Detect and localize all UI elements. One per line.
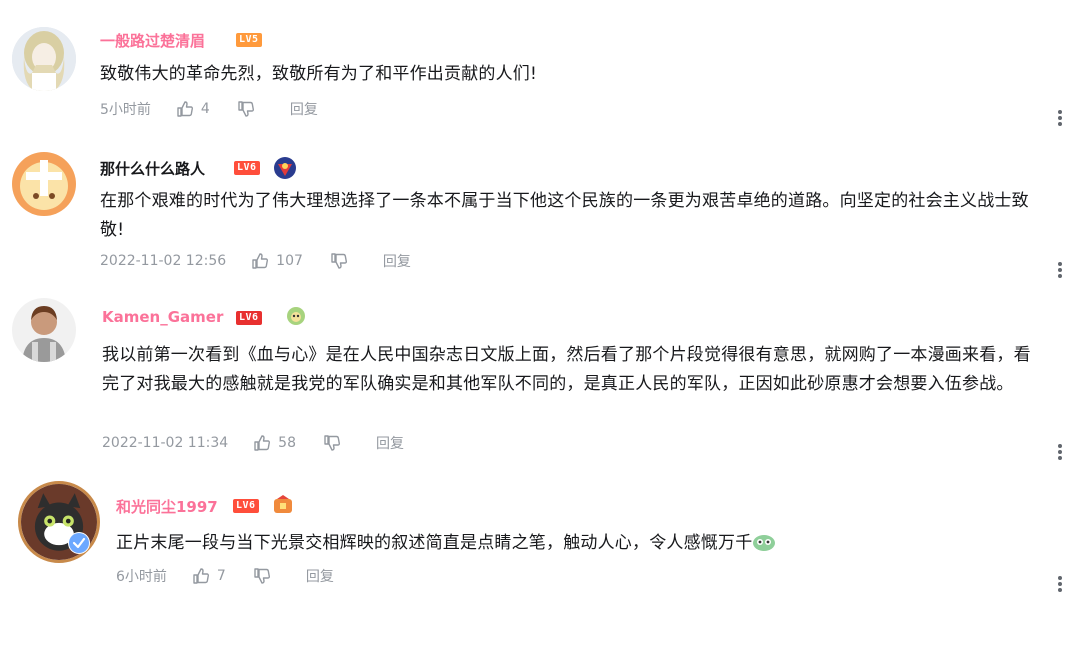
- dislike-button[interactable]: [329, 251, 349, 271]
- avatar[interactable]: [12, 27, 76, 91]
- thumbs-down-icon: [324, 435, 341, 451]
- fan-medal-icon: [285, 305, 307, 327]
- like-button[interactable]: 107: [250, 251, 303, 271]
- like-count: 58: [278, 435, 296, 451]
- username[interactable]: 一般路过楚清眉: [100, 30, 205, 51]
- reply-button[interactable]: 回复: [306, 566, 334, 586]
- thumbs-up-icon: [193, 568, 209, 584]
- fan-medal-icon: [271, 493, 295, 517]
- reply-button[interactable]: 回复: [290, 99, 318, 119]
- emoji-icon: [753, 535, 776, 551]
- comment-text-content: 正片末尾一段与当下光景交相辉映的叙述简直是点睛之笔，触动人心，令人感慨万千: [116, 533, 753, 553]
- dislike-button[interactable]: [322, 433, 342, 453]
- comment-text: 致敬伟大的革命先烈，致敬所有为了和平作出贡献的人们!: [100, 64, 538, 84]
- comment-time: 5小时前: [100, 102, 151, 118]
- thumbs-up-icon: [177, 101, 193, 117]
- fan-medal-icon: [272, 155, 298, 181]
- level-badge: LV6: [234, 161, 260, 175]
- comment-item: Kamen_Gamer LV6 我以前第一次看到《血与心》是在人民中国杂志日文版…: [0, 288, 1080, 476]
- thumbs-up-icon: [252, 253, 269, 269]
- like-button[interactable]: 7: [191, 566, 226, 586]
- like-button[interactable]: 58: [252, 433, 296, 453]
- level-badge: LV6: [236, 311, 262, 325]
- thumbs-down-icon: [238, 101, 254, 117]
- thumbs-up-icon: [254, 435, 271, 451]
- more-options-icon[interactable]: [1056, 441, 1064, 463]
- like-count: 107: [276, 253, 303, 269]
- comment-text: 在那个艰难的时代为了伟大理想选择了一条本不属于当下他这个民族的一条更为艰苦卓绝的…: [100, 191, 1029, 240]
- avatar[interactable]: [12, 298, 76, 362]
- comment-text: 正片末尾一段与当下光景交相辉映的叙述简直是点睛之笔，触动人心，令人感慨万千: [116, 529, 1036, 558]
- more-options-icon[interactable]: [1056, 107, 1064, 129]
- username[interactable]: 那什么什么路人: [100, 158, 205, 179]
- level-badge: LV5: [236, 33, 262, 47]
- username[interactable]: 和光同尘1997: [116, 496, 218, 517]
- comment-time: 6小时前: [116, 569, 167, 585]
- reply-button[interactable]: 回复: [376, 433, 404, 453]
- like-count: 4: [200, 101, 210, 117]
- dislike-button[interactable]: [252, 566, 272, 586]
- comment-time: 2022-11-02 12:56: [100, 253, 227, 269]
- level-badge: LV6: [233, 499, 259, 513]
- more-options-icon[interactable]: [1056, 259, 1064, 281]
- like-button[interactable]: 4: [175, 99, 210, 119]
- comment-text: 我以前第一次看到《血与心》是在人民中国杂志日文版上面，然后看了那个片段觉得很有意…: [102, 345, 1031, 394]
- comment-meta: 2022-11-02 11:34 58 回复: [102, 432, 404, 454]
- comment-item: 一般路过楚清眉 LV5 致敬伟大的革命先烈，致敬所有为了和平作出贡献的人们! 5…: [0, 0, 1080, 140]
- reply-button[interactable]: 回复: [383, 251, 411, 271]
- like-count: 7: [216, 568, 226, 584]
- comment-meta: 6小时前 7 回复: [116, 565, 334, 587]
- thumbs-down-icon: [331, 253, 347, 269]
- thumbs-down-icon: [254, 568, 270, 584]
- verified-icon: [68, 532, 90, 554]
- comment-meta: 5小时前 4 回复: [100, 98, 318, 120]
- more-options-icon[interactable]: [1056, 573, 1064, 595]
- username[interactable]: Kamen_Gamer: [102, 308, 223, 326]
- comment-meta: 2022-11-02 12:56 107 回复: [100, 250, 411, 272]
- comment-time: 2022-11-02 11:34: [102, 435, 229, 451]
- comment-item: 那什么什么路人 LV6 在那个艰难的时代为了伟大理想选择了一条本不属于当下他这个…: [0, 140, 1080, 288]
- dislike-button[interactable]: [236, 99, 256, 119]
- avatar[interactable]: [12, 152, 76, 216]
- comment-item: 和光同尘1997 LV6 正片末尾一段与当下光景交相辉映的叙述简直是点睛之笔，触…: [0, 476, 1080, 659]
